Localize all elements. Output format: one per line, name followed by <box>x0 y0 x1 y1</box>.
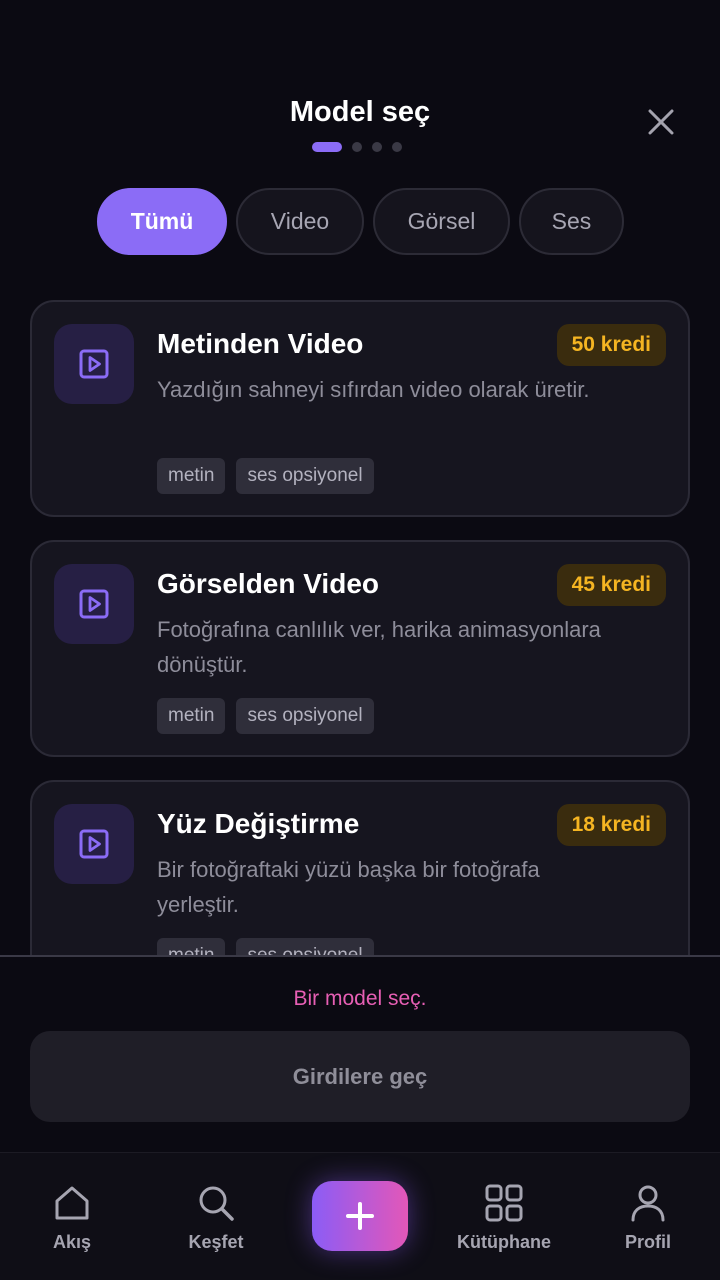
credit-badge: 50 kredi <box>556 324 666 366</box>
model-card-icon <box>54 804 134 884</box>
tag: metin <box>157 938 226 955</box>
model-card-tags: metin ses opsiyonel <box>157 458 374 494</box>
filter-chip-audio[interactable]: Ses <box>519 188 624 255</box>
model-card-icon <box>54 564 134 644</box>
nav-label: Akış <box>52 1232 92 1252</box>
model-card-title: Yüz Değiştirme <box>157 808 360 839</box>
model-card-tags: metin ses opsiyonel <box>157 938 374 955</box>
filter-chip-image[interactable]: Görsel <box>373 188 510 255</box>
filter-chip-video[interactable]: Video <box>236 188 364 255</box>
model-card-face-swap[interactable]: Yüz Değiştirme 18 kredi Bir fotoğraftaki… <box>30 780 690 955</box>
nav-item-feed[interactable]: Akış <box>0 1153 144 1280</box>
selection-hint: Bir model seç. <box>293 987 427 1010</box>
step-dot <box>352 142 362 152</box>
close-icon <box>648 109 674 135</box>
model-card-icon <box>54 324 134 404</box>
user-icon <box>631 1185 665 1222</box>
footer-divider <box>0 955 720 957</box>
modal-header: Model seç <box>0 0 720 180</box>
model-card-tags: metin ses opsiyonel <box>157 698 374 734</box>
continue-to-inputs-button[interactable]: Girdilere geç <box>30 1031 690 1122</box>
model-card-title: Görselden Video <box>157 568 379 599</box>
model-card-image-to-video[interactable]: Görselden Video 45 kredi Fotoğrafına can… <box>30 540 690 757</box>
create-button[interactable] <box>312 1181 408 1251</box>
category-filters: Tümü Video Görsel Ses <box>97 188 624 255</box>
nav-item-explore[interactable]: Keşfet <box>144 1153 288 1280</box>
step-dot-active <box>312 142 342 152</box>
tag: ses opsiyonel <box>236 698 374 734</box>
nav-label: Kütüphane <box>457 1232 551 1252</box>
credit-badge: 45 kredi <box>556 564 666 606</box>
tag: metin <box>157 458 226 494</box>
close-button[interactable] <box>641 102 681 142</box>
model-card-text-to-video[interactable]: Metinden Video 50 kredi Yazdığın sahneyi… <box>30 300 690 517</box>
model-card-description: Yazdığın sahneyi sıfırdan video olarak ü… <box>157 377 590 402</box>
model-card-title: Metinden Video <box>157 328 364 359</box>
model-list[interactable]: Metinden Video 50 kredi Yazdığın sahneyi… <box>30 300 690 955</box>
nav-item-profile[interactable]: Profil <box>576 1153 720 1280</box>
page-title: Model seç <box>289 96 431 128</box>
step-indicator <box>312 142 402 152</box>
tag: ses opsiyonel <box>236 938 374 955</box>
step-dot <box>392 142 402 152</box>
credit-badge: 18 kredi <box>556 804 666 846</box>
step-dot <box>372 142 382 152</box>
video-play-icon <box>79 829 109 859</box>
home-icon <box>55 1186 89 1220</box>
search-icon <box>199 1186 234 1221</box>
nav-item-library[interactable]: Kütüphane <box>432 1153 576 1280</box>
video-play-icon <box>79 349 109 379</box>
tag: ses opsiyonel <box>236 458 374 494</box>
tag: metin <box>157 698 226 734</box>
nav-label: Keşfet <box>188 1232 244 1252</box>
plus-icon <box>346 1202 374 1230</box>
video-play-icon <box>79 589 109 619</box>
nav-label: Profil <box>624 1232 671 1252</box>
grid-icon <box>485 1184 523 1222</box>
filter-chip-all[interactable]: Tümü <box>97 188 227 255</box>
model-card-description: Fotoğrafına canlılık ver, harika animasy… <box>157 617 601 677</box>
model-card-description: Bir fotoğraftaki yüzü başka bir fotoğraf… <box>157 857 540 917</box>
